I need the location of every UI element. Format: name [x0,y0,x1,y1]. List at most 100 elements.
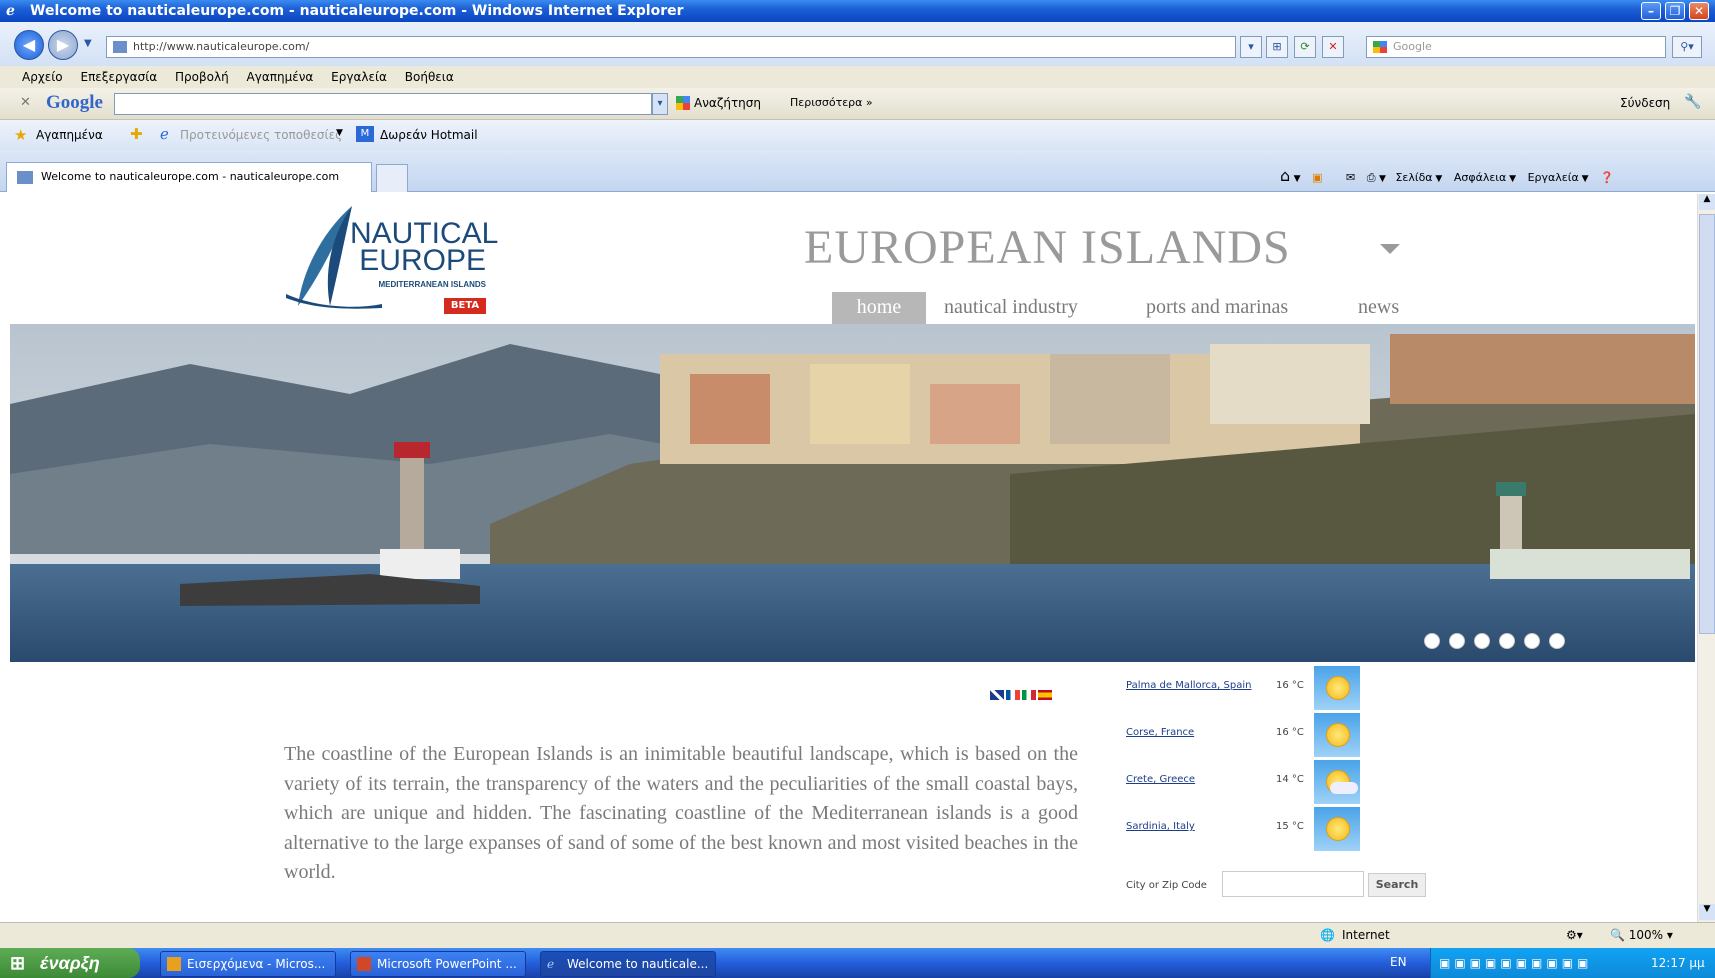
spanish-flag-icon[interactable] [1038,690,1052,700]
weather-temp: 15 °C [1276,821,1304,832]
weather-search-button[interactable]: Search [1368,873,1426,897]
menu-file[interactable]: Αρχείο [22,70,63,84]
home-dropdown-icon[interactable]: ▼ [1294,174,1301,184]
scroll-down-icon[interactable]: ▼ [1699,904,1715,920]
nav-news[interactable]: news [1358,292,1399,324]
add-favorite-icon[interactable]: ✚ [130,125,143,143]
protected-mode-icon[interactable]: ⚙▾ [1566,928,1583,942]
site-title[interactable]: EUROPEAN ISLANDS [804,220,1291,275]
hotmail-link[interactable]: Δωρεάν Hotmail [380,128,478,142]
page-menu[interactable]: Σελίδα [1395,171,1432,184]
nav-ports-and-marinas[interactable]: ports and marinas [1146,292,1288,324]
safety-menu-dropdown-icon[interactable]: ▼ [1506,174,1516,184]
safety-menu[interactable]: Ασφάλεια [1454,171,1506,184]
menu-help[interactable]: Βοήθεια [405,70,454,84]
menu-view[interactable]: Προβολή [175,70,229,84]
task-powerpoint[interactable]: Microsoft PowerPoint ... [350,951,526,977]
url-dropdown-icon[interactable]: ▾ [1240,36,1262,58]
new-tab-button[interactable] [376,164,408,192]
scroll-thumb[interactable] [1699,214,1715,634]
windows-logo-icon: ⊞ [10,953,26,973]
stop-icon[interactable]: ✕ [1322,36,1344,58]
back-button[interactable]: ◀ [14,30,44,60]
zip-input[interactable] [1222,871,1364,897]
suggested-sites-link[interactable]: Προτεινόμενες τοποθεσίες [180,128,342,142]
signin-link[interactable]: Σύνδεση [1620,96,1670,110]
browser-tab[interactable]: Welcome to nauticaleurope.com - nautical… [6,162,372,192]
wrench-icon[interactable]: 🔧 [1684,94,1701,110]
menu-favorites[interactable]: Αγαπημένα [247,70,314,84]
page-menu-dropdown-icon[interactable]: ▼ [1433,174,1442,184]
nav-home[interactable]: home [832,292,926,324]
close-button[interactable]: ✕ [1689,2,1709,20]
compatibility-icon[interactable]: ⊞ [1266,36,1288,58]
logo-text: NAUTICAL EUROPE [350,219,498,276]
google-search-button[interactable]: Αναζήτηση [694,96,761,110]
italian-flag-icon[interactable] [1022,690,1036,700]
nav-nautical-industry[interactable]: nautical industry [944,292,1078,324]
refresh-icon[interactable]: ⟳ [1294,36,1316,58]
weather-temp: 14 °C [1276,774,1304,785]
tray-icons[interactable]: ▣▣▣▣▣▣▣▣▣▣ [1439,948,1592,978]
weather-row: Palma de Mallorca, Spain 16 °C [1126,666,1416,712]
task-label: Welcome to nauticale... [567,957,709,971]
language-indicator[interactable]: EN [1390,955,1407,969]
french-flag-icon[interactable] [1006,690,1020,700]
scroll-up-icon[interactable]: ▲ [1699,194,1715,210]
history-dropdown-icon[interactable]: ▼ [84,38,92,49]
weather-temp: 16 °C [1276,680,1304,691]
menu-edit[interactable]: Επεξεργασία [80,70,157,84]
globe-icon: 🌐 [1320,928,1335,942]
weather-row: Sardinia, Italy 15 °C [1126,807,1416,853]
zoom-level[interactable]: 🔍 100% ▾ [1610,928,1673,942]
suggested-sites-dropdown-icon[interactable]: ▼ [336,128,343,138]
home-icon[interactable]: ⌂ [1280,166,1290,185]
weather-city-link[interactable]: Crete, Greece [1126,774,1195,785]
google-toolbar-logo: Google [46,92,103,113]
task-ie[interactable]: ℯ Welcome to nauticale... [540,951,716,977]
slider-dot-2[interactable] [1449,633,1465,649]
help-icon[interactable]: ❓ [1600,171,1614,184]
sun-icon [1314,713,1360,757]
task-label: Microsoft PowerPoint ... [377,957,517,971]
search-go-icon[interactable]: ⚲▾ [1672,36,1702,58]
print-dropdown-icon[interactable]: ▼ [1379,174,1386,184]
window-title-bar[interactable]: ℯ Welcome to nauticaleurope.com - nautic… [0,0,1715,22]
maximize-button[interactable]: ❐ [1665,2,1685,20]
tools-menu[interactable]: Εργαλεία [1528,171,1579,184]
clock[interactable]: 12:17 μμ [1651,948,1705,978]
slider-dot-3[interactable] [1474,633,1490,649]
tools-menu-dropdown-icon[interactable]: ▼ [1579,174,1589,184]
url-input[interactable]: http://www.nauticaleurope.com/ [106,36,1236,58]
search-dropdown-icon[interactable]: ▾ [652,93,668,115]
slider-dot-6[interactable] [1549,633,1565,649]
forward-button[interactable]: ▶ [48,30,78,60]
google-toolbar-search-input[interactable] [114,93,652,115]
search-box[interactable]: Google [1366,36,1666,58]
weather-city-link[interactable]: Sardinia, Italy [1126,821,1195,832]
slider-dot-5[interactable] [1524,633,1540,649]
weather-city-link[interactable]: Corse, France [1126,727,1194,738]
weather-city-link[interactable]: Palma de Mallorca, Spain [1126,680,1251,691]
zone-label: Internet [1342,928,1390,942]
mail-icon[interactable]: ✉ [1346,171,1355,184]
slider-dot-4[interactable] [1499,633,1515,649]
start-button[interactable]: ⊞ έναρξη [0,948,140,978]
feeds-icon[interactable]: ▣ [1312,171,1322,184]
zoom-icon: 🔍 [1610,928,1625,942]
sun-icon [1314,807,1360,851]
slider-dot-1[interactable] [1424,633,1440,649]
uk-flag-icon[interactable] [990,690,1004,700]
print-icon[interactable]: ⎙ [1367,171,1376,184]
weather-row: Crete, Greece 14 °C [1126,760,1416,806]
menu-tools[interactable]: Εργαλεία [331,70,387,84]
ie-page-icon: ℯ [160,125,169,143]
favorites-button[interactable]: Αγαπημένα [36,128,103,142]
more-button[interactable]: Περισσότερα » [790,96,873,109]
hero-image [10,324,1695,662]
vertical-scrollbar[interactable]: ▲ ▼ [1697,194,1715,922]
task-outlook[interactable]: Εισερχόμενα - Micros... [160,951,336,977]
close-toolbar-icon[interactable]: ✕ [20,95,31,110]
title-dropdown-icon[interactable] [1380,244,1400,254]
minimize-button[interactable]: – [1641,2,1661,20]
